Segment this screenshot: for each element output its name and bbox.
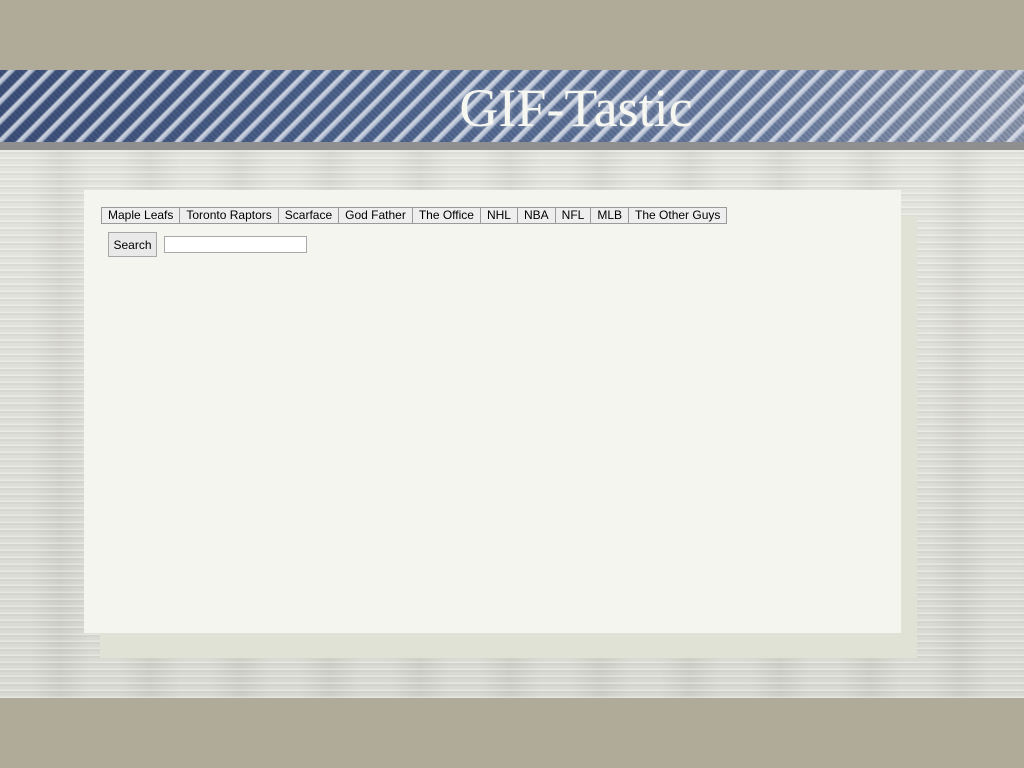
topic-button-row: Maple Leafs Toronto Raptors Scarface God… [101, 207, 728, 224]
page-title: GIF-Tastic [459, 78, 693, 138]
topic-button-god-father[interactable]: God Father [338, 207, 413, 224]
topic-button-the-office[interactable]: The Office [411, 207, 481, 224]
search-button[interactable]: Search [108, 232, 157, 257]
topic-button-nba[interactable]: NBA [516, 207, 556, 224]
page-header-banner: GIF-Tastic [0, 70, 1024, 142]
content-panel: Maple Leafs Toronto Raptors Scarface God… [84, 190, 901, 633]
search-input[interactable] [164, 236, 307, 253]
topic-button-nfl[interactable]: NFL [554, 207, 592, 224]
banner-divider [0, 142, 1024, 150]
topic-button-the-other-guys[interactable]: The Other Guys [628, 207, 728, 224]
topic-button-mlb[interactable]: MLB [590, 207, 630, 224]
topic-button-nhl[interactable]: NHL [479, 207, 518, 224]
topic-button-scarface[interactable]: Scarface [277, 207, 340, 224]
search-row: Search [108, 232, 307, 257]
topic-button-toronto-raptors[interactable]: Toronto Raptors [179, 207, 279, 224]
topic-button-maple-leafs[interactable]: Maple Leafs [101, 207, 181, 224]
